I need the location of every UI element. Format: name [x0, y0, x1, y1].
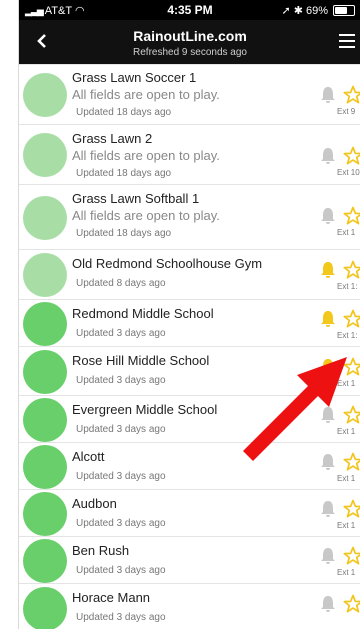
status-bar: ▂▃▅ AT&T ◠ 4:35 PM ➚ ✱ 69%	[19, 0, 360, 20]
location-name: Rose Hill Middle School	[72, 353, 210, 368]
hamburger-menu-button[interactable]	[339, 34, 360, 50]
updated-time: Updated 3 days ago	[76, 565, 166, 576]
refresh-status: Refreshed 9 seconds ago	[133, 47, 247, 58]
status-indicator	[23, 539, 67, 583]
list-item[interactable]: Grass Lawn Softball 1 All fields are open…	[19, 185, 360, 250]
bell-icon[interactable]	[319, 310, 337, 328]
location-name: Evergreen Middle School	[72, 402, 218, 417]
updated-time: Updated 18 days ago	[76, 228, 172, 239]
status-indicator	[23, 73, 67, 117]
bell-icon[interactable]	[319, 147, 337, 165]
updated-time: Updated 18 days ago	[76, 168, 172, 179]
updated-time: Updated 3 days ago	[76, 375, 166, 386]
bell-icon[interactable]	[319, 595, 337, 613]
status-indicator	[23, 492, 67, 536]
list-item[interactable]: Grass Lawn Soccer 1 All fields are open t…	[19, 64, 360, 125]
location-icon: ➚	[281, 5, 291, 17]
app-header: RainoutLine.com Refreshed 9 seconds ago	[19, 20, 360, 64]
star-icon[interactable]	[343, 594, 360, 614]
location-name: Grass Lawn Softball 1	[72, 191, 200, 206]
location-name: Audbon	[72, 496, 117, 511]
star-icon[interactable]	[343, 260, 360, 280]
location-list: Grass Lawn Soccer 1 All fields are open t…	[19, 64, 360, 629]
location-name: Horace Mann	[72, 590, 151, 605]
updated-time: Updated 3 days ago	[76, 424, 166, 435]
list-item[interactable]: Audbon Updated 3 days ago Ext 1	[19, 490, 360, 537]
location-name: Grass Lawn Soccer 1	[72, 70, 197, 85]
bell-icon[interactable]	[319, 86, 337, 104]
phone-screen: ▂▃▅ AT&T ◠ 4:35 PM ➚ ✱ 69% RainoutLine.co…	[18, 0, 360, 629]
extension-label: Ext 1	[337, 568, 356, 577]
status-indicator	[23, 350, 67, 394]
updated-time: Updated 3 days ago	[76, 471, 166, 482]
star-icon[interactable]	[343, 499, 360, 519]
star-icon[interactable]	[343, 206, 360, 226]
status-message: All fields are open to play.	[72, 208, 220, 223]
star-icon[interactable]	[343, 85, 360, 105]
list-item[interactable]: Ben Rush Updated 3 days ago Ext 1	[19, 537, 360, 584]
star-icon[interactable]	[343, 309, 360, 329]
status-indicator	[23, 196, 67, 240]
star-icon[interactable]	[343, 146, 360, 166]
location-name: Redmond Middle School	[72, 306, 214, 321]
location-name: Alcott	[72, 449, 105, 464]
extension-label: Ext 1	[337, 228, 356, 237]
status-indicator	[23, 253, 67, 297]
updated-time: Updated 18 days ago	[76, 107, 172, 118]
updated-time: Updated 3 days ago	[76, 518, 166, 529]
app-title: RainoutLine.com	[133, 28, 247, 44]
battery-percent: 69%	[305, 4, 328, 17]
status-indicator	[23, 133, 67, 177]
updated-time: Updated 3 days ago	[76, 328, 166, 339]
extension-label: Ext 10	[337, 168, 360, 177]
updated-time: Updated 3 days ago	[76, 612, 166, 623]
status-indicator	[23, 398, 67, 442]
battery-icon	[333, 5, 355, 16]
status-right: ➚ ✱ 69%	[282, 4, 355, 17]
list-item[interactable]: Old Redmond Schoolhouse Gym Updated 8 day…	[19, 250, 360, 300]
status-indicator	[23, 587, 67, 629]
extension-label: Ext 1	[337, 474, 356, 483]
location-name: Grass Lawn 2	[72, 131, 153, 146]
status-message: All fields are open to play.	[72, 148, 220, 163]
extension-label: Ext 1:	[337, 282, 358, 291]
extension-label: Ext 1	[337, 521, 356, 530]
bluetooth-icon: ✱	[293, 5, 303, 17]
bell-icon[interactable]	[319, 261, 337, 279]
updated-time: Updated 8 days ago	[76, 278, 166, 289]
bell-icon[interactable]	[319, 500, 337, 518]
status-indicator	[23, 302, 67, 346]
bell-icon[interactable]	[319, 547, 337, 565]
status-indicator	[23, 445, 67, 489]
status-message: All fields are open to play.	[72, 87, 220, 102]
list-item[interactable]: Horace Mann Updated 3 days ago	[19, 584, 360, 629]
bell-icon[interactable]	[319, 207, 337, 225]
red-arrow-annotation	[243, 357, 347, 461]
location-name: Ben Rush	[72, 543, 130, 558]
extension-label: Ext 1:	[337, 331, 358, 340]
location-name: Old Redmond Schoolhouse Gym	[72, 256, 263, 271]
extension-label: Ext 9	[337, 107, 356, 116]
list-item[interactable]: Redmond Middle School Updated 3 days ago E…	[19, 300, 360, 347]
list-item[interactable]: Grass Lawn 2 All fields are open to play.…	[19, 125, 360, 185]
star-icon[interactable]	[343, 546, 360, 566]
